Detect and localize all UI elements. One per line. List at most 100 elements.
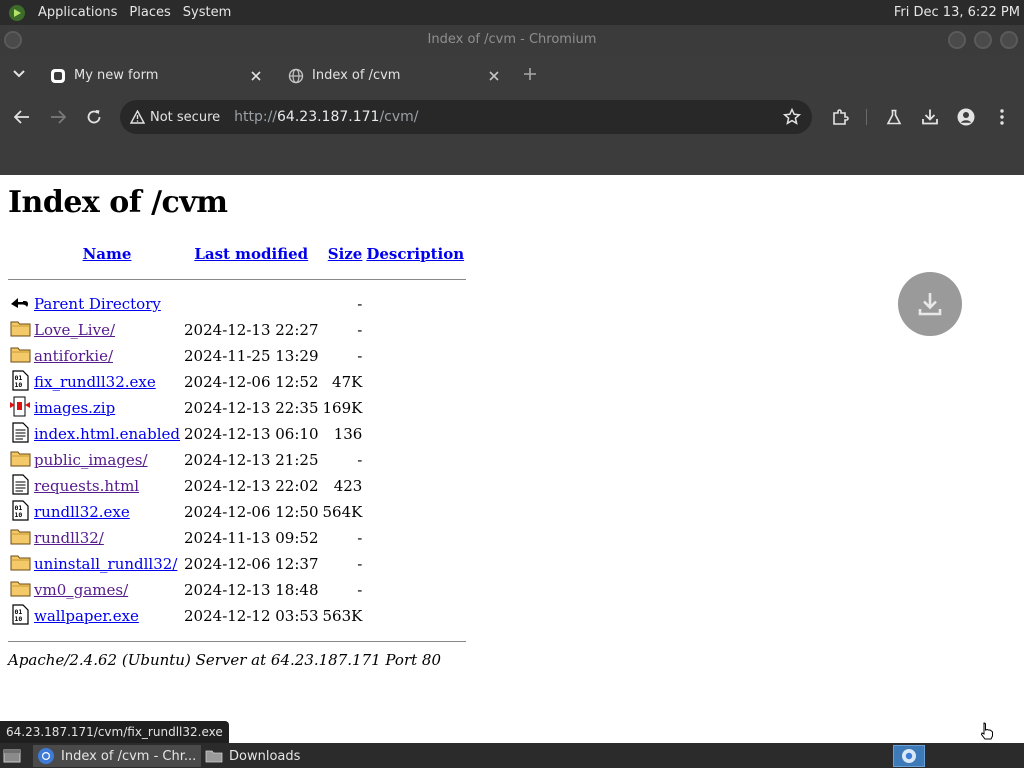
- server-signature: Apache/2.4.62 (Ubuntu) Server at 64.23.1…: [8, 651, 442, 669]
- url-host: 64.23.187.171: [277, 109, 380, 125]
- show-desktop-button[interactable]: [2, 746, 22, 766]
- file-link[interactable]: public_images/: [34, 451, 148, 469]
- menu-button[interactable]: [990, 105, 1014, 129]
- forward-button[interactable]: [46, 105, 70, 129]
- gnome-foot-icon[interactable]: [6, 2, 28, 24]
- sort-by-size-link[interactable]: Size: [328, 245, 363, 263]
- file-link[interactable]: antiforkie/: [34, 347, 113, 365]
- file-link[interactable]: uninstall_rundll32/: [34, 555, 177, 573]
- site-security-chip[interactable]: Not secure: [130, 110, 220, 125]
- desktop-icon: [3, 749, 21, 763]
- file-link[interactable]: images.zip: [34, 399, 115, 417]
- close-tab-icon[interactable]: [248, 68, 264, 84]
- listing-row: antiforkie/2024-11-25 13:29 -: [8, 343, 466, 369]
- modified-cell: 2024-12-06 12:52: [184, 373, 319, 391]
- tab-search-button[interactable]: [8, 64, 30, 84]
- file-link[interactable]: wallpaper.exe: [34, 607, 139, 625]
- close-tab-icon[interactable]: [486, 68, 502, 84]
- sort-by-description-link[interactable]: Description: [366, 245, 464, 263]
- extensions-button[interactable]: [828, 105, 852, 129]
- task-label: Downloads: [229, 748, 301, 764]
- file-link[interactable]: rundll32/: [34, 529, 104, 547]
- file-link[interactable]: requests.html: [34, 477, 139, 495]
- modified-cell: 2024-12-06 12:50: [184, 503, 319, 521]
- file-link[interactable]: Parent Directory: [34, 295, 161, 313]
- page-heading: Index of /cvm: [8, 185, 228, 220]
- file-link[interactable]: index.html.enabled: [34, 425, 180, 443]
- labs-button[interactable]: [882, 105, 906, 129]
- person-icon: [957, 108, 975, 126]
- window-menu-button[interactable]: [4, 31, 22, 49]
- back-icon: [8, 291, 32, 317]
- tab-index-of-cvm[interactable]: Index of /cvm: [276, 59, 512, 92]
- plus-icon: [524, 68, 536, 80]
- browser-toolbar: Not secure http://64.23.187.171/cvm/: [0, 92, 1024, 142]
- new-tab-button[interactable]: [520, 64, 540, 84]
- size-cell: 564K: [322, 503, 363, 521]
- folder-icon: [8, 343, 32, 369]
- folder-icon: [8, 447, 32, 473]
- modified-cell: [182, 291, 320, 317]
- header-row: Name Last modified Size Description: [8, 241, 466, 267]
- sort-by-modified-link[interactable]: Last modified: [194, 245, 308, 263]
- modified-column-header: Last modified: [182, 241, 320, 267]
- file-link[interactable]: Love_Live/: [34, 321, 115, 339]
- binary-icon: 01 10: [8, 603, 32, 629]
- listing-row: uninstall_rundll32/2024-12-06 12:37 -: [8, 551, 466, 577]
- back-button[interactable]: [10, 105, 34, 129]
- file-link[interactable]: vm0_games/: [34, 581, 128, 599]
- hand-cursor-icon: [980, 722, 993, 740]
- task-downloads[interactable]: Downloads: [201, 745, 371, 767]
- name-column-header: Name: [32, 241, 182, 267]
- svg-text:10: 10: [15, 615, 23, 623]
- name-cell: index.html.enabled: [32, 421, 182, 447]
- link-status-bubble: 64.23.187.171/cvm/fix_rundll32.exe: [0, 721, 229, 743]
- listing-row: index.html.enabled 2024-12-13 06:10 136: [8, 421, 466, 447]
- listing-row: 01 10 fix_rundll32.exe 2024-12-06 12:52 47K: [8, 369, 466, 395]
- listing-row: 01 10 wallpaper.exe 2024-12-12 03:53 563K: [8, 603, 466, 629]
- task-chromium[interactable]: Index of /cvm - Chr...: [33, 745, 201, 767]
- maximize-button[interactable]: [974, 31, 992, 49]
- modified-cell: 2024-12-13 21:25: [184, 451, 319, 469]
- name-cell: vm0_games/: [32, 577, 182, 603]
- name-cell: Love_Live/: [32, 317, 182, 343]
- tab-strip: My new form Index of /cvm: [0, 55, 1024, 92]
- size-cell: 423: [333, 477, 363, 495]
- text-icon: [8, 421, 32, 447]
- bookmarks-bar: [0, 142, 1024, 175]
- description-cell: [364, 421, 466, 447]
- tab-title: My new form: [74, 68, 159, 83]
- minimize-button[interactable]: [948, 31, 966, 49]
- chevron-down-icon: [13, 70, 25, 78]
- reload-button[interactable]: [82, 105, 106, 129]
- bookmark-star-icon[interactable]: [782, 107, 802, 127]
- tray-chromium-icon[interactable]: [893, 745, 925, 767]
- applications-menu[interactable]: Applications: [32, 0, 123, 25]
- description-cell: [364, 369, 466, 395]
- icon-column-header: [8, 241, 32, 267]
- file-link[interactable]: rundll32.exe: [34, 503, 130, 521]
- listing-row: rundll32/2024-11-13 09:52 -: [8, 525, 466, 551]
- size-cell: 136: [333, 425, 363, 443]
- close-window-button[interactable]: [1000, 31, 1018, 49]
- tab-my-new-form[interactable]: My new form: [38, 59, 274, 92]
- downloads-button[interactable]: [918, 105, 942, 129]
- compressed-icon: [8, 395, 32, 421]
- modified-cell: 2024-12-06 12:37: [184, 555, 319, 573]
- svg-text:10: 10: [15, 511, 23, 519]
- window-titlebar[interactable]: Index of /cvm - Chromium: [0, 25, 1024, 55]
- profile-button[interactable]: [954, 105, 978, 129]
- address-bar[interactable]: Not secure http://64.23.187.171/cvm/: [120, 100, 812, 134]
- system-menu[interactable]: System: [177, 0, 237, 25]
- places-menu[interactable]: Places: [123, 0, 176, 25]
- file-link[interactable]: fix_rundll32.exe: [34, 373, 156, 391]
- binary-icon: 01 10: [8, 369, 32, 395]
- size-cell: -: [357, 529, 363, 547]
- sort-by-name-link[interactable]: Name: [83, 245, 132, 263]
- name-cell: antiforkie/: [32, 343, 182, 369]
- download-bubble[interactable]: [898, 272, 962, 336]
- size-cell: -: [357, 555, 363, 573]
- panel-clock[interactable]: Fri Dec 13, 6:22 PM: [894, 0, 1020, 25]
- name-cell: images.zip: [32, 395, 182, 421]
- size-cell: 47K: [332, 373, 363, 391]
